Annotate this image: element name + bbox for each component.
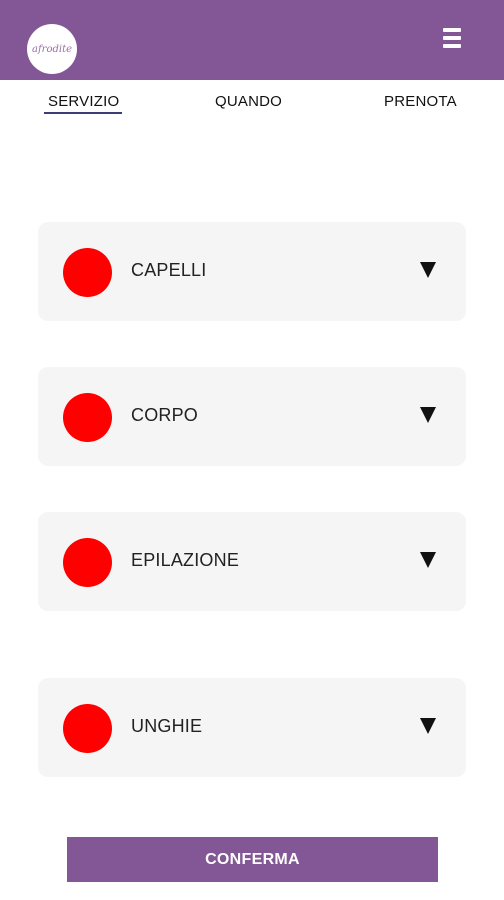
category-card-capelli[interactable]: CAPELLI: [38, 222, 466, 321]
logo-text: afrodite: [32, 43, 72, 55]
tab-prenota[interactable]: PRENOTA: [384, 93, 457, 110]
menu-line: [443, 44, 461, 48]
category-label: UNGHIE: [131, 716, 203, 736]
category-label: CORPO: [131, 405, 199, 425]
confirm-button[interactable]: CONFERMA: [67, 837, 438, 882]
category-label: CAPELLI: [131, 260, 207, 280]
tab-servizio[interactable]: SERVIZIO: [48, 93, 119, 110]
tab-quando[interactable]: QUANDO: [215, 93, 282, 110]
app-header: afrodite: [0, 0, 504, 80]
chevron-down-icon[interactable]: [420, 552, 436, 568]
booking-steps-tabs: SERVIZIO QUANDO PRENOTA: [0, 80, 504, 120]
category-dot: [63, 704, 112, 753]
chevron-down-icon[interactable]: [420, 407, 436, 423]
menu-line: [443, 28, 461, 32]
category-card-corpo[interactable]: CORPO: [38, 367, 466, 466]
menu-line: [443, 36, 461, 40]
category-dot: [63, 393, 112, 442]
category-card-epilazione[interactable]: EPILAZIONE: [38, 512, 466, 611]
brand-logo[interactable]: afrodite: [27, 24, 77, 74]
active-tab-indicator: [44, 112, 122, 114]
chevron-down-icon[interactable]: [420, 718, 436, 734]
category-dot: [63, 538, 112, 587]
hamburger-menu-icon[interactable]: [443, 28, 461, 48]
category-dot: [63, 248, 112, 297]
category-card-unghie[interactable]: UNGHIE: [38, 678, 466, 777]
category-label: EPILAZIONE: [131, 550, 240, 570]
chevron-down-icon[interactable]: [420, 262, 436, 278]
